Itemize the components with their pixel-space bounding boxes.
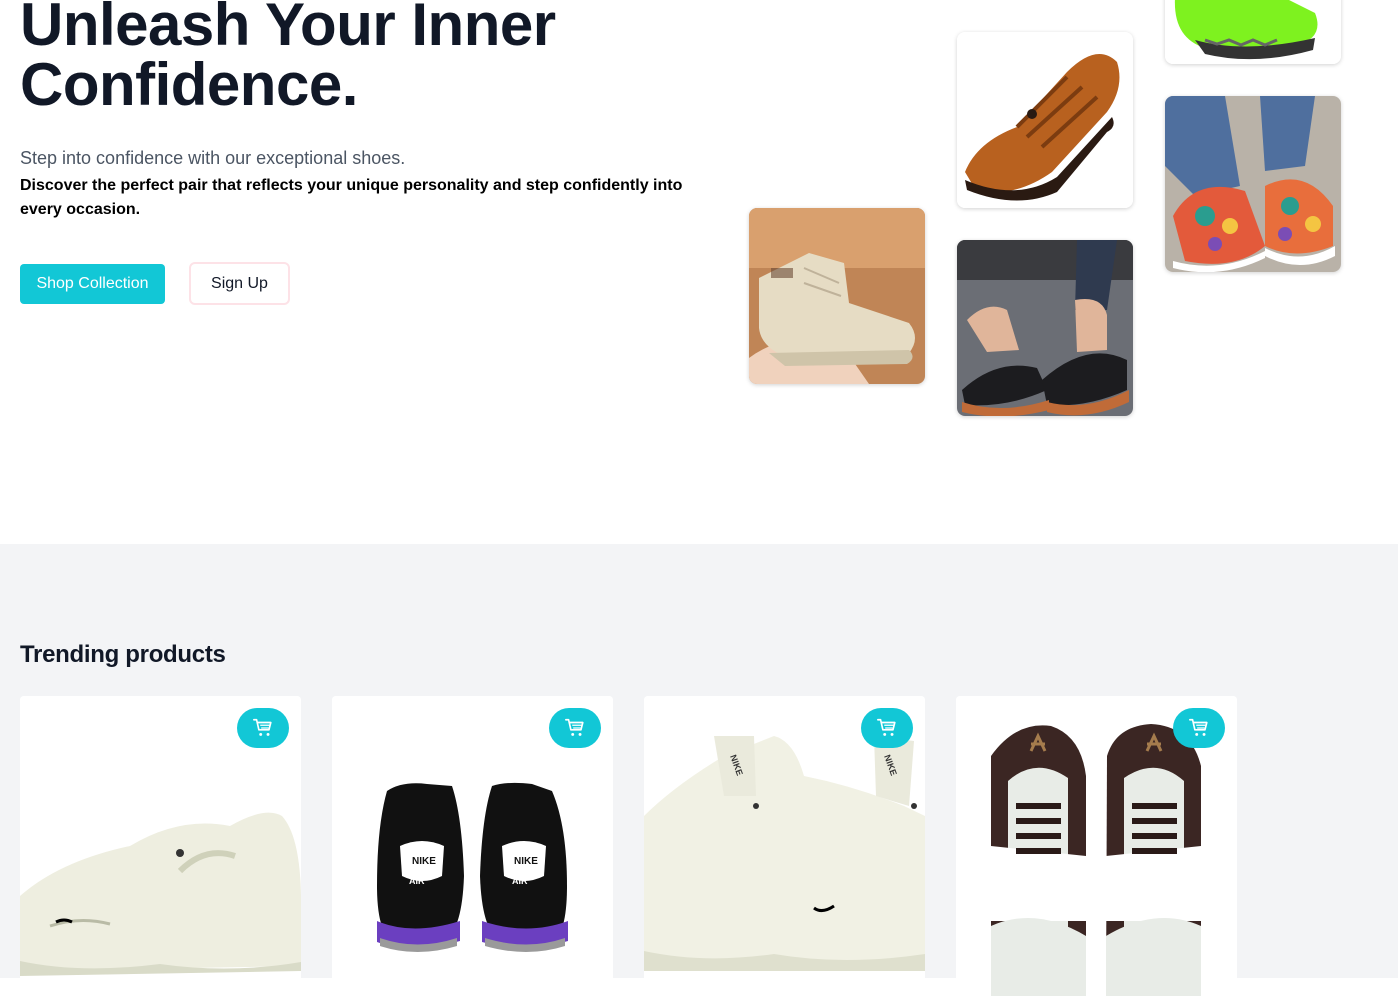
green-sneaker-image [1165, 0, 1341, 64]
gallery-image-green-sneaker [1165, 0, 1341, 64]
gallery-image-black-sandal [957, 240, 1133, 416]
beige-sneaker-image [749, 208, 925, 384]
svg-text:NIKE: NIKE [412, 856, 436, 867]
cart-icon [253, 718, 272, 736]
product-card[interactable] [956, 696, 1237, 996]
gallery-image-brown-sandal [957, 32, 1133, 208]
cart-icon [565, 718, 584, 736]
hero-title: Unleash Your Inner Confidence. [20, 0, 556, 118]
hero-subtitle: Step into confidence with our exceptiona… [20, 148, 406, 168]
product-card[interactable]: NIKE NIKE [644, 696, 925, 996]
trending-section: Trending products NIKE NIKE AIR AIR NIKE… [0, 544, 1398, 996]
svg-text:AIR: AIR [409, 876, 425, 886]
trending-title: Trending products [20, 641, 226, 668]
black-sandal-image [957, 240, 1133, 416]
add-to-cart-button[interactable] [549, 708, 601, 748]
brown-sandal-image [957, 32, 1133, 208]
gallery-image-beige-sneaker [749, 208, 925, 384]
product-card[interactable] [20, 696, 301, 996]
sign-up-button[interactable]: Sign Up [189, 262, 290, 305]
product-card[interactable]: NIKE NIKE AIR AIR AIR [332, 696, 613, 996]
svg-text:NIKE: NIKE [514, 856, 538, 867]
gallery-image-paisley-slip-on [1165, 96, 1341, 272]
add-to-cart-button[interactable] [237, 708, 289, 748]
cart-icon [877, 718, 896, 736]
hero-section: Unleash Your Inner Confidence. Step into… [0, 0, 1398, 544]
cart-icon [1189, 718, 1208, 736]
hero-description: Discover the perfect pair that reflects … [20, 177, 683, 218]
shop-collection-button[interactable]: Shop Collection [20, 264, 165, 304]
add-to-cart-button[interactable] [1173, 708, 1225, 748]
paisley-slip-on-image [1165, 96, 1341, 272]
svg-text:AIR: AIR [512, 876, 528, 886]
add-to-cart-button[interactable] [861, 708, 913, 748]
